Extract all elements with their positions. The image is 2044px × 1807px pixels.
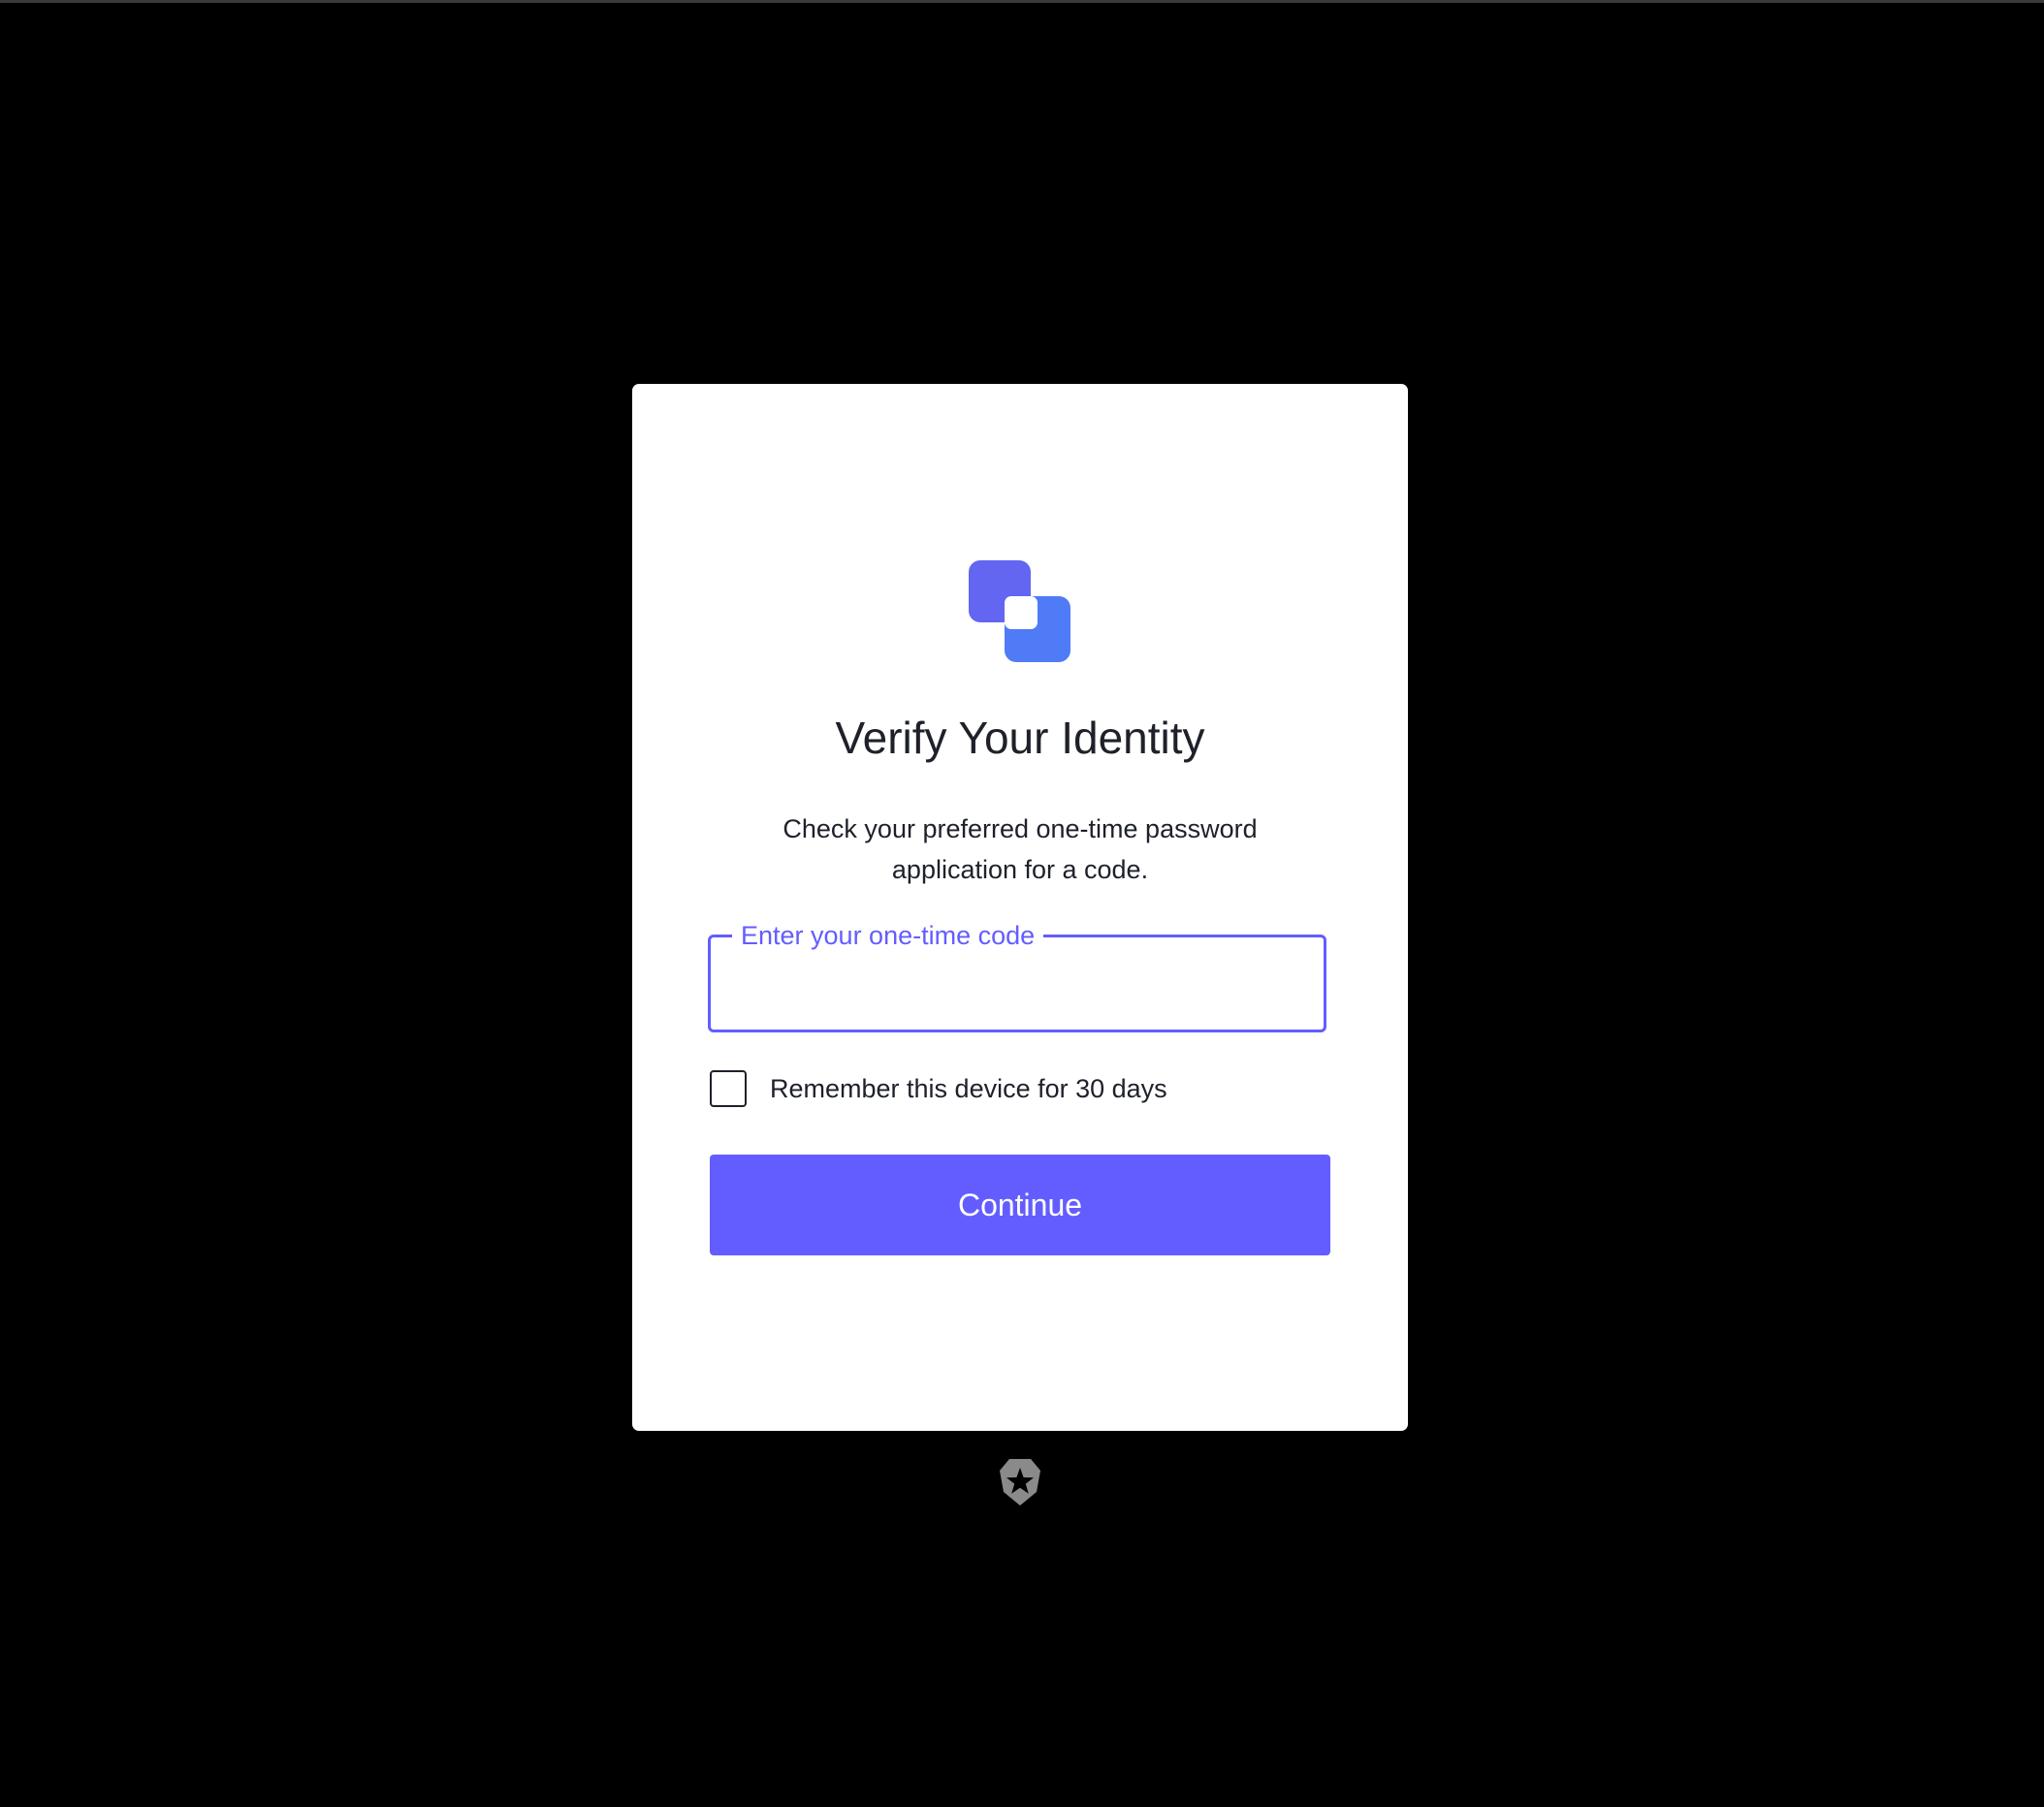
- auth0-shield-icon: [1000, 1459, 1040, 1506]
- one-time-code-input[interactable]: [730, 965, 1306, 1010]
- remember-device-option[interactable]: Remember this device for 30 days: [710, 1068, 1167, 1109]
- one-time-code-label: Enter your one-time code: [732, 916, 1044, 955]
- one-time-code-field[interactable]: Enter your one-time code: [708, 916, 1326, 1032]
- window-top-edge: [0, 0, 2044, 3]
- brand-logo-icon: [969, 560, 1070, 662]
- page-title: Verify Your Identity: [835, 713, 1205, 763]
- continue-button[interactable]: Continue: [710, 1155, 1330, 1255]
- page-description: Check your preferred one-time password a…: [782, 814, 1258, 884]
- remember-device-label[interactable]: Remember this device for 30 days: [770, 1074, 1167, 1104]
- remember-device-checkbox[interactable]: [710, 1070, 747, 1107]
- login-card: Verify Your Identity Check your preferre…: [632, 384, 1408, 1431]
